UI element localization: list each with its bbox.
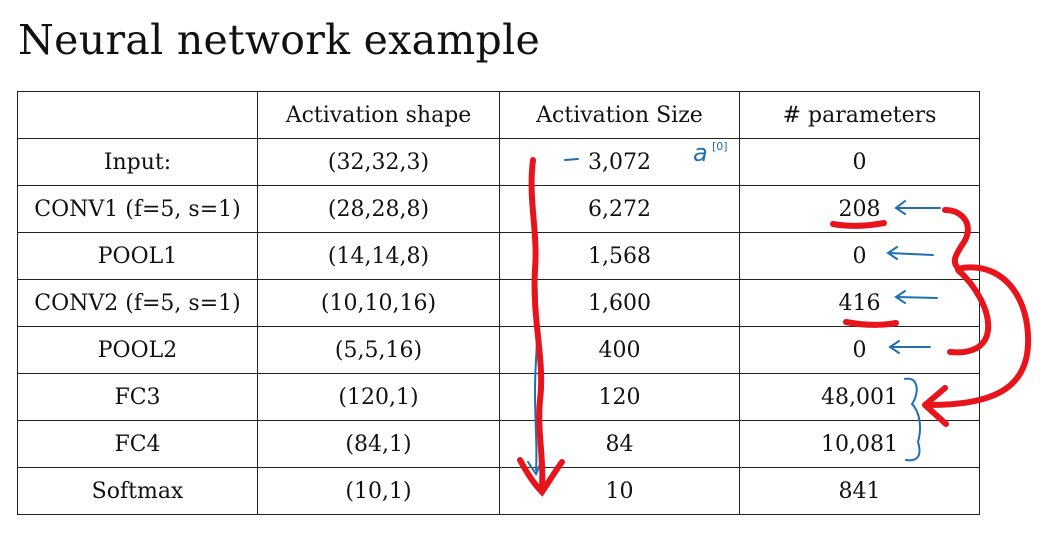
a0-annotation-superscript: [0] [712,140,728,153]
activation-size: 120 [499,373,740,421]
layer-name: CONV1 (f=5, s=1) [17,185,258,233]
activation-shape: (5,5,16) [257,326,500,374]
activation-shape: (10,1) [257,467,500,515]
layer-name: Input: [17,138,258,186]
a0-annotation: a [693,139,708,167]
table-header-row: Activation shape Activation Size # param… [17,91,980,139]
table-row: POOL2 (5,5,16) 400 0 [17,326,980,374]
activation-shape: (84,1) [257,420,500,468]
activation-size: 400 [499,326,740,374]
layer-name: FC3 [17,373,258,421]
table-row: Input: (32,32,3) 3,072 0 [17,138,980,186]
layer-name: FC4 [17,420,258,468]
header-parameters: # parameters [739,91,980,139]
table-row: FC4 (84,1) 84 10,081 [17,420,980,468]
parameter-count: 0 [739,326,980,374]
activation-size: 84 [499,420,740,468]
network-table: Activation shape Activation Size # param… [17,91,980,515]
layer-name: Softmax [17,467,258,515]
activation-size: 1,600 [499,279,740,327]
table-row: CONV1 (f=5, s=1) (28,28,8) 6,272 208 [17,185,980,233]
parameter-count: 416 [739,279,980,327]
table-row: POOL1 (14,14,8) 1,568 0 [17,232,980,280]
activation-shape: (14,14,8) [257,232,500,280]
activation-shape: (120,1) [257,373,500,421]
header-activation-shape: Activation shape [257,91,500,139]
page-title: Neural network example [18,16,541,64]
layer-name: CONV2 (f=5, s=1) [17,279,258,327]
activation-shape: (28,28,8) [257,185,500,233]
table-row: CONV2 (f=5, s=1) (10,10,16) 1,600 416 [17,279,980,327]
parameter-count: 10,081 [739,420,980,468]
parameter-count: 0 [739,138,980,186]
activation-size: 1,568 [499,232,740,280]
parameter-count: 841 [739,467,980,515]
parameter-count: 208 [739,185,980,233]
activation-size: 10 [499,467,740,515]
header-activation-size: Activation Size [499,91,740,139]
parameter-count: 0 [739,232,980,280]
table-row: FC3 (120,1) 120 48,001 [17,373,980,421]
activation-shape: (10,10,16) [257,279,500,327]
table-row: Softmax (10,1) 10 841 [17,467,980,515]
header-layer [17,91,258,139]
activation-shape: (32,32,3) [257,138,500,186]
activation-size: 6,272 [499,185,740,233]
layer-name: POOL2 [17,326,258,374]
parameter-count: 48,001 [739,373,980,421]
layer-name: POOL1 [17,232,258,280]
